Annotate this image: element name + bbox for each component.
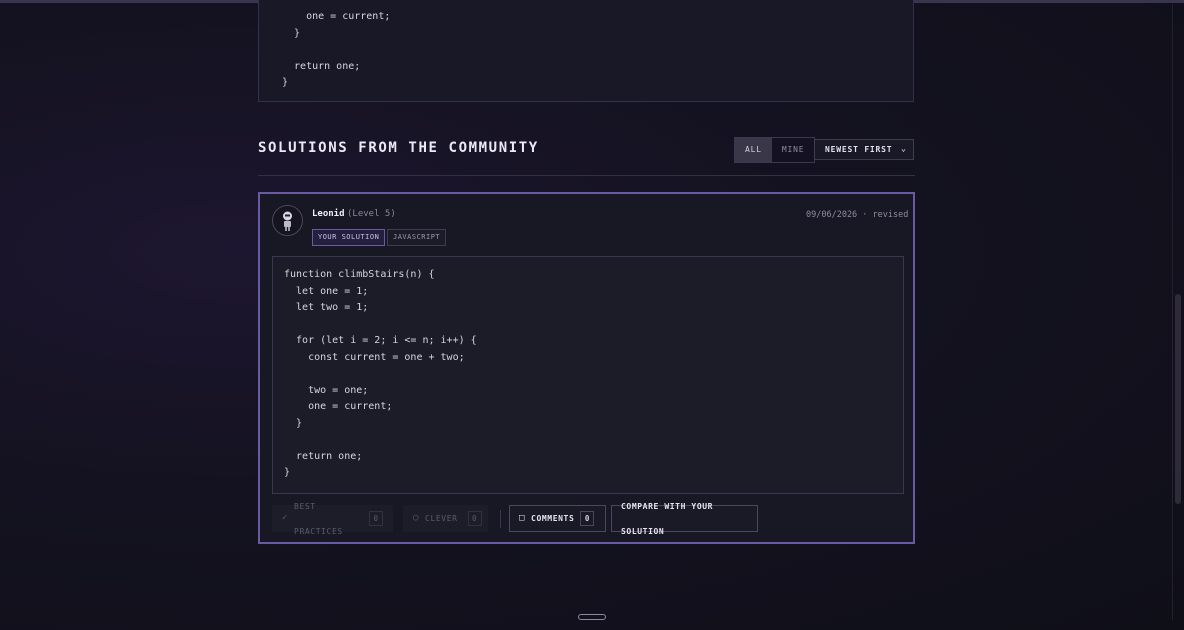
comments-button[interactable]: □ COMMENTS 0 <box>509 505 606 532</box>
solution-code-text: function climbStairs(n) { let one = 1; l… <box>284 269 477 478</box>
sort-select-value: NEWEST FIRST <box>825 145 893 154</box>
compare-label: COMPARE WITH YOUR SOLUTION <box>621 501 714 536</box>
filter-mine-button[interactable]: MINE <box>772 138 814 162</box>
home-indicator <box>578 614 606 620</box>
filter-toggle: ALL MINE <box>734 137 816 163</box>
solution-date: 09/06/2026 · revised <box>806 210 909 220</box>
solution-code-block: function climbStairs(n) { let one = 1; l… <box>272 256 904 494</box>
comments-label: COMMENTS <box>531 514 575 523</box>
section-divider <box>258 175 915 176</box>
clever-label: CLEVER <box>425 514 458 523</box>
filter-all-button[interactable]: ALL <box>735 138 772 162</box>
best-practices-label: BEST PRACTICES <box>294 501 343 536</box>
previous-code-text: one = current; } return one; } <box>282 11 391 88</box>
clever-button[interactable]: ◯ CLEVER 0 <box>403 505 488 532</box>
best-practices-button[interactable]: ✓ BEST PRACTICES 0 <box>272 502 393 536</box>
previous-code-block: one = current; } return one; } <box>258 0 914 102</box>
language-badge: JAVASCRIPT <box>387 229 447 246</box>
chevron-down-icon: ⌄ <box>900 144 907 154</box>
author-level: (Level 5) <box>347 209 396 219</box>
clever-count: 0 <box>467 511 482 526</box>
best-practices-count: 0 <box>369 511 383 526</box>
scrollbar-thumb[interactable] <box>1175 294 1181 504</box>
lightbulb-icon: ◯ <box>413 513 420 523</box>
check-icon: ✓ <box>282 513 289 523</box>
author-name[interactable]: Leonid <box>312 209 345 219</box>
comments-count: 0 <box>580 511 595 526</box>
solution-card: Leonid (Level 5) YOUR SOLUTION JAVASCRIP… <box>258 192 915 544</box>
sort-select[interactable]: NEWEST FIRST ⌄ <box>814 139 914 160</box>
avatar[interactable] <box>272 205 303 236</box>
robot-avatar-icon <box>283 211 292 231</box>
compare-button[interactable]: COMPARE WITH YOUR SOLUTION <box>611 502 758 536</box>
your-solution-badge: YOUR SOLUTION <box>312 229 386 246</box>
section-title: SOLUTIONS FROM THE COMMUNITY <box>258 140 539 156</box>
actions-divider <box>500 510 501 528</box>
scrollbar[interactable] <box>1172 4 1183 620</box>
comment-icon: □ <box>519 513 526 523</box>
